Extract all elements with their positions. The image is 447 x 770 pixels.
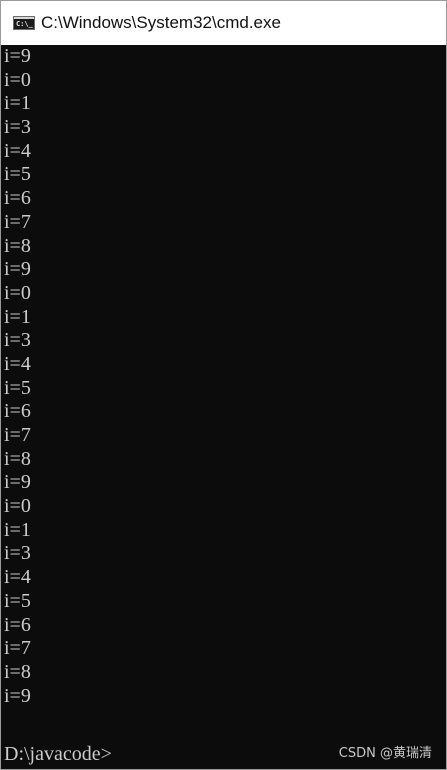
console-output-line: i=4: [4, 139, 31, 162]
console-output-line: i=1: [4, 305, 31, 328]
console-output-line: i=4: [4, 352, 31, 375]
console-output-line: i=9: [4, 684, 31, 707]
console-output-area[interactable]: i=9 i=0 i=1 i=3 i=4 i=5 i=6 i=7 i=8 i=9 i=0 i=1 i=3 i…: [1, 45, 446, 769]
console-lines: i=9 i=0 i=1 i=3 i=4 i=5 i=6 i=7 i=8 i=9 i=0 i=1 i=3 i…: [4, 45, 31, 708]
console-output-line: i=4: [4, 566, 31, 589]
console-output-line: i=3: [4, 329, 31, 352]
console-output-line: i=6: [4, 613, 31, 636]
console-output-line: i=9: [4, 471, 31, 494]
csdn-watermark: CSDN @黄瑞清: [338, 746, 432, 761]
cmd-window: C:\_ C:\Windows\System32\cmd.exe i=9 i=0 i…: [0, 0, 447, 770]
console-output-line: i=9: [4, 45, 31, 67]
console-output-line: i=0: [4, 68, 31, 91]
console-output-line: i=3: [4, 542, 31, 565]
console-output-line: i=8: [4, 447, 31, 470]
console-output-line: i=9: [4, 258, 31, 281]
console-output-line: i=6: [4, 187, 31, 210]
cmd-icon-bar: [14, 17, 34, 19]
cmd-icon-label: C:\_: [16, 20, 33, 28]
console-output-line: i=6: [4, 400, 31, 423]
console-output-line: i=3: [4, 116, 31, 139]
console-output-line: i=0: [4, 281, 31, 304]
cmd-console-icon[interactable]: C:\_: [13, 16, 35, 30]
console-output-line: i=7: [4, 637, 31, 660]
console-output-line: i=5: [4, 589, 31, 612]
console-output-line: i=8: [4, 660, 31, 683]
console-output-line: i=7: [4, 424, 31, 446]
window-title: C:\Windows\System32\cmd.exe: [41, 13, 281, 32]
command-prompt[interactable]: D:\javacode>: [4, 742, 112, 766]
console-output-line: i=0: [4, 495, 31, 518]
console-output-line: i=5: [4, 163, 31, 186]
console-output-line: i=1: [4, 518, 31, 541]
console-output-line: i=7: [4, 210, 31, 233]
console-output-line: i=8: [4, 234, 31, 257]
console-output-line: i=1: [4, 92, 31, 115]
console-output-line: i=5: [4, 376, 31, 399]
title-bar[interactable]: C:\_ C:\Windows\System32\cmd.exe: [1, 1, 446, 45]
